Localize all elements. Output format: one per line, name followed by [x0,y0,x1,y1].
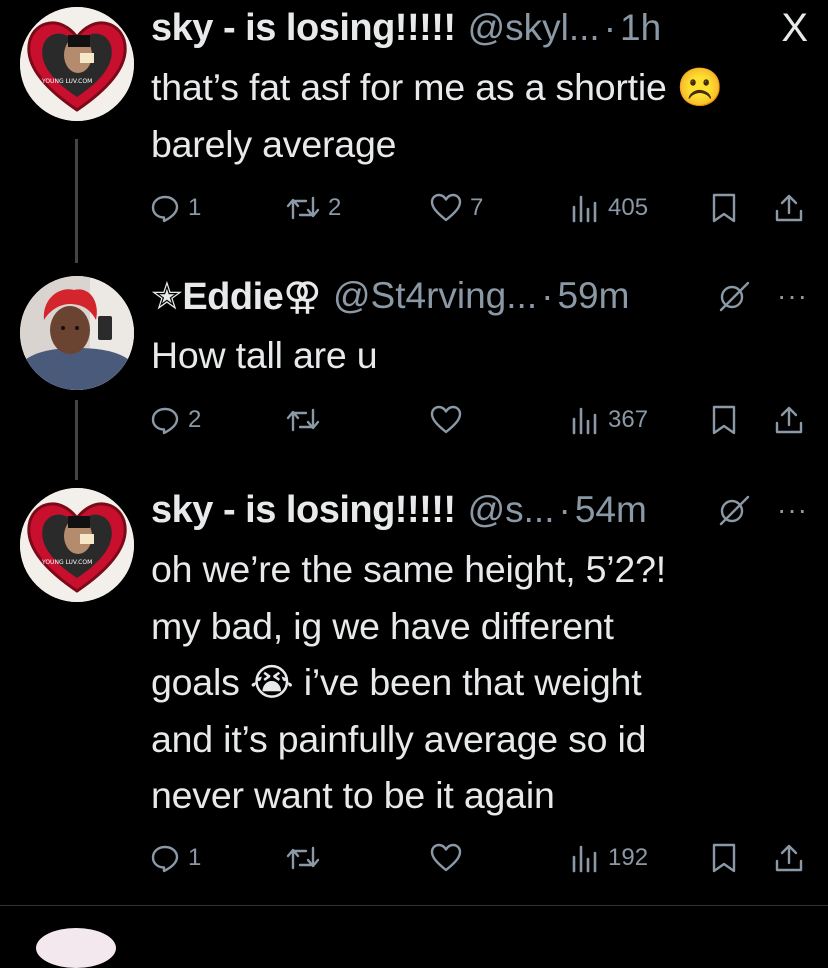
share-button[interactable] [774,400,804,440]
more-options-icon[interactable]: ··· [777,280,808,312]
frowning-face-emoji: ☹️ [676,66,724,108]
like-count: 7 [470,194,484,221]
thread-line [75,139,78,263]
crying-face-emoji: 😭 [249,661,294,703]
reply-icon [151,407,179,435]
text-line: barely average [151,122,397,165]
view-count: 367 [608,406,649,433]
views-chart-icon [572,845,597,873]
views-chart-icon [572,195,597,223]
views-button[interactable]: 367 [570,400,648,440]
thread-line [75,400,78,480]
separator-dot: · [541,275,554,316]
repost-button[interactable] [286,400,328,440]
text-line: my bad, ig we have different [151,604,614,647]
heart-icon [430,193,462,222]
reply-icon [151,195,179,223]
repost-icon [286,408,320,432]
tweet-text: oh we’re the same height, 5’2?! my bad, … [151,541,811,824]
eddie-avatar-image [20,276,134,390]
avatar[interactable]: YOUNG LUV.COM [20,488,134,602]
bookmark-icon [712,193,736,223]
bookmark-button[interactable] [710,188,738,228]
display-name[interactable]: ✭Eddie⚢ [151,274,321,319]
heart-icon [430,405,462,434]
timestamp[interactable]: 54m [575,489,647,531]
share-button[interactable] [774,188,804,228]
display-name[interactable]: sky - is losing!!!!! [151,7,456,50]
heart-frame-avatar-image: YOUNG LUV.COM [20,488,134,602]
tweet-text: that’s fat asf for me as a shortie ☹️ ba… [151,59,811,172]
heart-frame-avatar-image: YOUNG LUV.COM [20,7,134,121]
repost-icon [286,196,320,220]
display-name[interactable]: sky - is losing!!!!! [151,489,456,532]
reply-button[interactable]: 1 [150,838,201,878]
separator-dot: · [603,7,617,48]
reply-button[interactable]: 1 [150,188,201,228]
action-bar: 1 2 7 405 [150,188,810,228]
repost-button[interactable] [286,838,328,878]
feed-divider [0,905,828,906]
tweet-header: sky - is losing!!!!! @s... · 54m ··· [151,488,808,532]
next-tweet-avatar-partial [36,928,116,968]
like-button[interactable] [430,400,470,440]
views-chart-icon [572,407,597,435]
bookmark-icon [712,843,736,873]
views-button[interactable]: 192 [570,838,648,878]
separator-dot: · [558,489,571,530]
avatar-caption: YOUNG LUV.COM [41,559,92,566]
grok-icon[interactable] [717,279,751,313]
timestamp[interactable]: 59m [557,275,629,317]
heart-icon [430,843,462,872]
share-icon [775,194,803,222]
bookmark-icon [712,405,736,435]
tweet-3[interactable]: YOUNG LUV.COM sky - is losing!!!!! @s...… [0,475,828,905]
bookmark-button[interactable] [710,838,738,878]
avatar-caption: YOUNG LUV.COM [41,78,92,85]
text-line: never want to be it again [151,774,555,816]
views-button[interactable]: 405 [570,188,648,228]
reply-button[interactable]: 2 [150,400,201,440]
action-bar: 1 192 [150,838,810,878]
repost-count: 2 [328,194,342,221]
tweet-header: ✭Eddie⚢ @St4rving... · 59m ··· [151,274,808,318]
action-bar: 2 367 [150,400,810,440]
avatar[interactable] [20,276,134,390]
share-icon [775,844,803,872]
share-icon [775,406,803,434]
repost-icon [286,846,320,870]
more-options-icon[interactable]: ··· [777,494,808,526]
timestamp[interactable]: 1h [620,7,661,49]
bookmark-button[interactable] [710,400,738,440]
avatar[interactable]: YOUNG LUV.COM [20,7,134,121]
view-count: 405 [608,194,649,221]
tweet-2[interactable]: ✭Eddie⚢ @St4rving... · 59m ··· How tall … [0,255,828,480]
repost-button[interactable]: 2 [286,188,341,228]
text-line: goals 😭 i’ve been that weight [151,661,642,703]
like-button[interactable]: 7 [430,188,483,228]
share-button[interactable] [774,838,804,878]
user-handle[interactable]: @s... [468,489,555,531]
reply-count: 1 [188,844,202,871]
tweet-text: How tall are u [151,334,378,376]
text-line: oh we’re the same height, 5’2?! [151,548,666,590]
like-button[interactable] [430,838,470,878]
grok-icon[interactable] [717,493,751,527]
user-handle[interactable]: @skyl... [468,7,600,49]
reply-count: 2 [188,406,202,433]
tweet-header: sky - is losing!!!!! @skyl... · 1h X [151,6,808,50]
reply-count: 1 [188,194,202,221]
user-handle[interactable]: @St4rving... [333,275,537,317]
text-line: that’s fat asf for me as a shortie ☹️ [151,66,724,108]
x-logo-icon[interactable]: X [781,6,808,51]
tweet-1[interactable]: YOUNG LUV.COM sky - is losing!!!!! @skyl… [0,0,828,263]
reply-icon [151,845,179,873]
text-line: and it’s painfully average so id [151,717,647,760]
view-count: 192 [608,844,649,871]
